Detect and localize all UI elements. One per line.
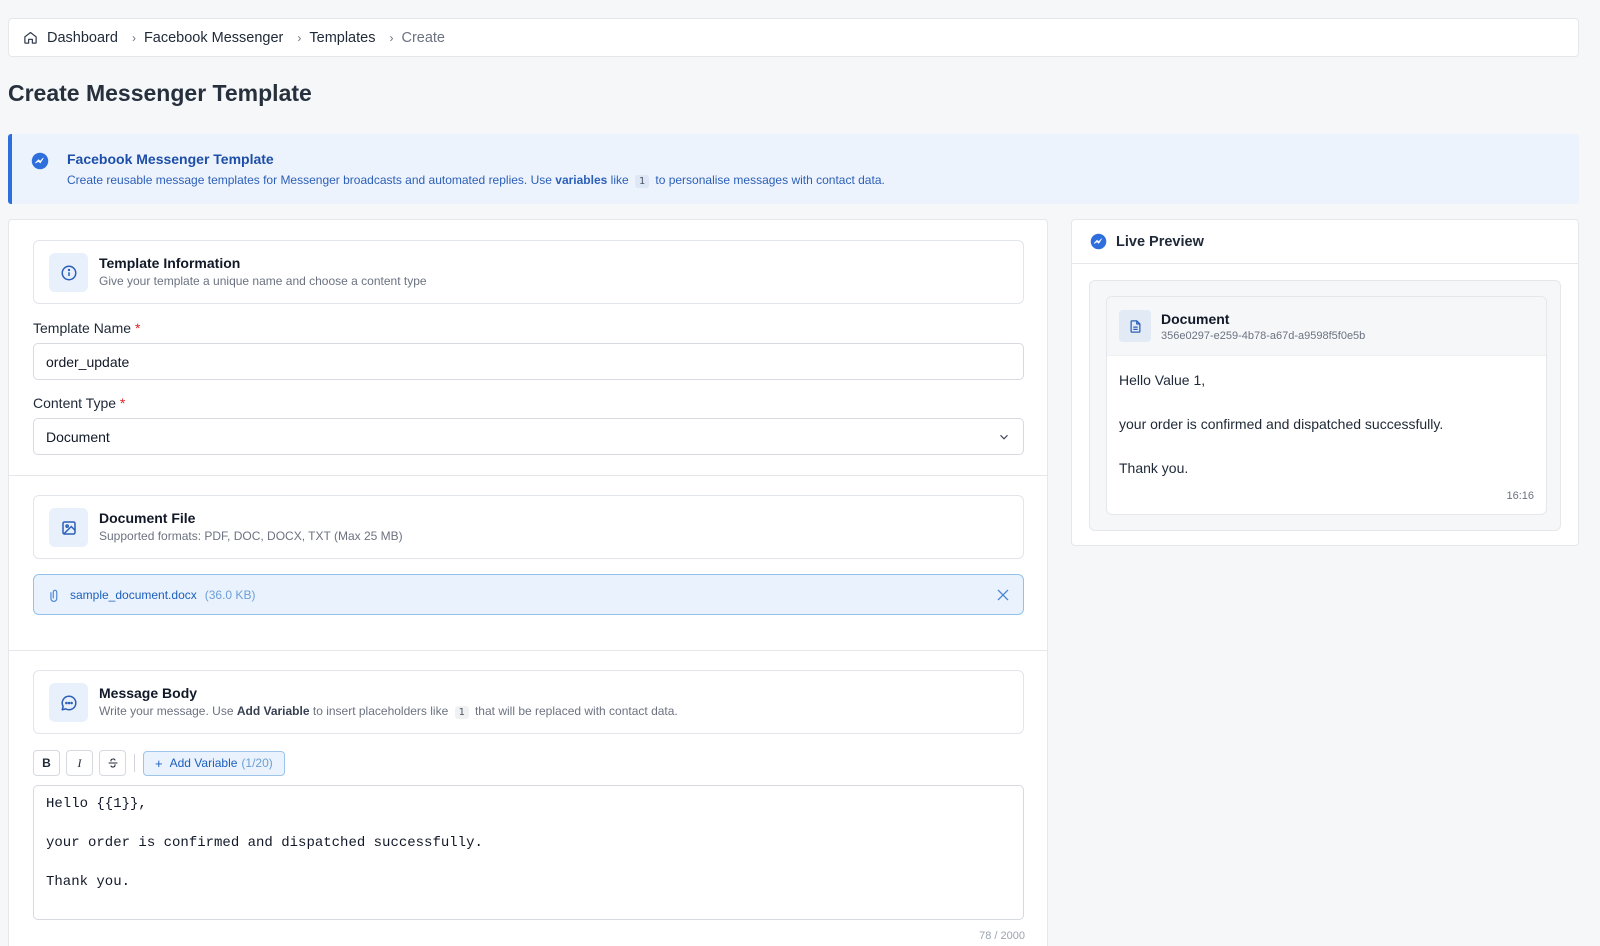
message-bubble: Document 356e0297-e259-4b78-a67d-a9598f5… [1106,296,1547,515]
banner-title: Facebook Messenger Template [67,151,274,167]
template-name-input[interactable]: order_update [33,343,1024,380]
page-title: Create Messenger Template [8,80,312,106]
plus-icon: + [155,755,163,771]
strikethrough-button[interactable] [99,750,126,776]
paperclip-icon [50,589,58,602]
strikethrough-icon [107,758,118,768]
file-size: (36.0 KB) [204,587,256,602]
messenger-icon [31,152,49,170]
info-icon [61,265,76,280]
message-body-header: Message Body Write your message. Use Add… [33,670,1024,734]
section-subtitle: Give your template a unique name and cho… [99,274,427,288]
message-body-editor[interactable]: Hello {{1}}, your order is confirmed and… [33,785,1024,920]
remove-file-icon[interactable] [995,587,1011,603]
chevron-down-icon [1000,434,1008,440]
document-icon [1130,319,1140,333]
italic-button[interactable]: I [66,750,93,776]
message-timestamp: 16:16 [1506,490,1534,502]
preview-frame: Document 356e0297-e259-4b78-a67d-a9598f5… [1089,280,1561,531]
template-name-label: Template Name * [33,320,141,336]
file-name[interactable]: sample_document.docx [70,588,197,602]
section-title: Message Body [99,685,198,701]
breadcrumb-facebook-messenger[interactable]: Facebook Messenger [144,30,283,46]
document-title: Document [1161,311,1230,327]
divider [9,650,1047,651]
template-information-header: Template Information Give your template … [33,240,1024,304]
uploaded-file: sample_document.docx (36.0 KB) [33,574,1024,615]
home-icon [24,31,37,44]
bold-button[interactable]: B [33,750,60,776]
variable-count: (1/20) [241,756,273,770]
content-type-select[interactable]: Document [33,418,1024,455]
breadcrumb: Dashboard › Facebook Messenger › Templat… [8,18,1579,57]
section-title: Document File [99,510,196,526]
info-banner: Facebook Messenger Template Create reusa… [8,134,1579,204]
divider [9,475,1047,476]
content-type-label: Content Type * [33,395,126,411]
document-attachment: Document 356e0297-e259-4b78-a67d-a9598f5… [1107,297,1546,356]
live-preview-header: Live Preview [1072,220,1578,264]
document-file-header: Document File Supported formats: PDF, DO… [33,495,1024,559]
section-subtitle: Supported formats: PDF, DOC, DOCX, TXT (… [99,529,403,543]
image-icon [61,520,76,535]
breadcrumb-templates[interactable]: Templates [309,30,375,46]
messenger-icon [1090,233,1107,250]
live-preview-title: Live Preview [1116,233,1204,250]
toolbar-separator [134,754,135,772]
chat-icon [61,694,77,710]
section-subtitle: Write your message. Use Add Variable to … [99,704,678,719]
breadcrumb-create: Create [401,29,445,46]
document-id: 356e0297-e259-4b78-a67d-a9598f5f0e5b [1161,330,1366,342]
chevron-right-icon: › [297,30,302,45]
banner-text: Create reusable message templates for Me… [67,173,885,188]
formatting-toolbar: B I + Add Variable (1/20) [33,750,285,776]
chevron-right-icon: › [131,30,136,45]
character-count: 78 / 2000 [979,930,1025,942]
section-title: Template Information [99,255,241,271]
live-preview-card: Live Preview Document 356e0297-e259-4b78… [1071,219,1579,546]
add-variable-label: Add Variable [169,756,238,770]
template-form-card: Template Information Give your template … [8,219,1048,946]
preview-message: Hello Value 1, your order is confirmed a… [1119,372,1444,476]
add-variable-button[interactable]: + Add Variable (1/20) [143,750,285,776]
breadcrumb-label: Dashboard [47,29,118,46]
select-value: Document [46,428,110,445]
chevron-right-icon: › [389,30,394,45]
breadcrumb-dashboard[interactable]: Dashboard [23,30,118,46]
